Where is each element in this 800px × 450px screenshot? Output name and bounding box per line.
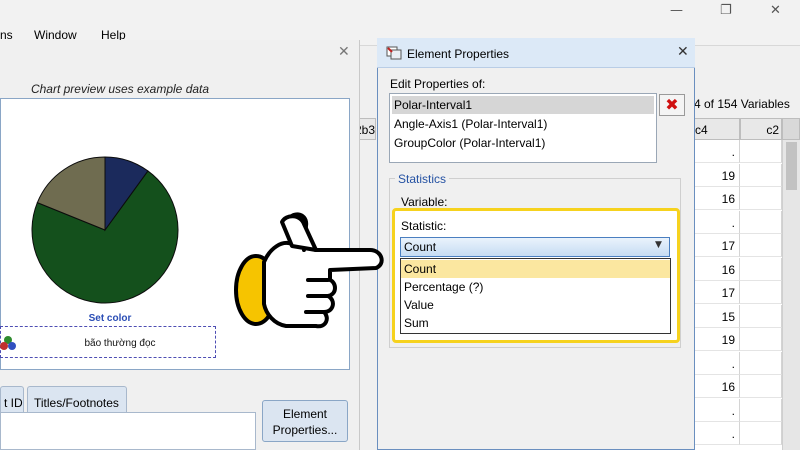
close-window-icon[interactable]: ✕ (770, 3, 781, 18)
table-cell[interactable] (740, 422, 782, 445)
statistic-select-value: Count (404, 240, 437, 254)
table-cell[interactable]: 16 (692, 187, 740, 210)
variable-label: Variable: (401, 195, 448, 209)
pie-chart-preview[interactable] (30, 155, 180, 305)
table-cell[interactable] (740, 163, 782, 187)
column-header-c2[interactable]: c2 (740, 118, 782, 140)
option-count[interactable]: Count (401, 260, 670, 278)
edit-properties-label: Edit Properties of: (390, 77, 486, 91)
table-cell[interactable]: 15 (692, 304, 740, 328)
table-cell[interactable]: . (692, 140, 740, 163)
legend-variable-label: bão thường đọc (84, 338, 156, 349)
scrollbar-corner (782, 118, 800, 140)
table-cell[interactable]: 17 (692, 234, 740, 257)
table-cell[interactable]: . (692, 210, 740, 234)
set-color-label: Set color (88, 313, 132, 324)
restore-icon[interactable]: ❐ (720, 3, 732, 18)
minimize-icon[interactable]: — (670, 3, 683, 18)
data-grid[interactable]: c4 c2 . 19 16. 17 16 17 15 19. 16.. (692, 118, 800, 450)
variables-count: 4 of 154 Variables (694, 97, 790, 111)
table-cell[interactable]: 17 (692, 281, 740, 304)
table-cell[interactable] (740, 398, 782, 422)
table-cell[interactable] (740, 140, 782, 163)
element-properties-icon (386, 46, 402, 60)
table-cell[interactable] (740, 257, 782, 281)
table-cell[interactable]: 19 (692, 163, 740, 187)
preview-caption: Chart preview uses example data (30, 82, 210, 96)
color-groups-icon (0, 336, 16, 350)
list-item[interactable]: GroupColor (Polar-Interval1) (392, 134, 654, 152)
table-cell[interactable] (740, 234, 782, 257)
column-header-c4[interactable]: c4 (692, 118, 740, 140)
list-item[interactable]: Angle-Axis1 (Polar-Interval1) (392, 115, 654, 133)
table-cell[interactable] (740, 210, 782, 234)
statistic-select[interactable] (400, 237, 670, 257)
main-titlebar: — ❐ ✕ (0, 0, 800, 24)
tab-titles-footnotes[interactable]: Titles/Footnotes (27, 386, 127, 412)
table-cell[interactable] (740, 187, 782, 210)
table-cell[interactable] (740, 304, 782, 328)
statistics-group-label: Statistics (395, 172, 450, 186)
element-properties-label-line1: Element (282, 407, 328, 421)
table-cell[interactable] (740, 281, 782, 304)
close-icon[interactable]: ✕ (338, 44, 352, 60)
delete-icon[interactable]: ✖ (659, 94, 685, 116)
chevron-down-icon[interactable]: ▼ (655, 240, 662, 250)
edit-properties-list[interactable]: Polar-Interval1 Angle-Axis1 (Polar-Inter… (389, 93, 657, 163)
table-cell[interactable]: 16 (692, 375, 740, 398)
close-icon[interactable]: ✕ (677, 44, 689, 60)
element-properties-button[interactable]: Element Properties... (262, 400, 348, 442)
table-cell[interactable] (740, 351, 782, 375)
statistic-label: Statistic: (401, 219, 447, 233)
table-cell[interactable]: . (692, 398, 740, 422)
scrollbar-thumb[interactable] (786, 142, 797, 190)
table-cell[interactable]: 19 (692, 328, 740, 351)
table-cell[interactable]: . (692, 351, 740, 375)
option-percentage[interactable]: Percentage (?) (401, 278, 670, 296)
vertical-scrollbar[interactable] (782, 140, 800, 450)
option-value[interactable]: Value (401, 296, 670, 314)
pointing-hand-icon (234, 212, 384, 329)
table-cell[interactable] (740, 375, 782, 398)
tab-panel (0, 412, 256, 450)
list-item-selected[interactable]: Polar-Interval1 (392, 96, 654, 114)
dialog-title: Element Properties (407, 47, 510, 61)
tab-group-point-id[interactable]: t ID (0, 386, 24, 412)
table-cell[interactable] (740, 328, 782, 351)
element-properties-label-line2: Properties... (272, 423, 338, 437)
option-sum[interactable]: Sum (401, 314, 670, 332)
table-cell[interactable]: 16 (692, 257, 740, 281)
table-cell[interactable]: . (692, 422, 740, 445)
